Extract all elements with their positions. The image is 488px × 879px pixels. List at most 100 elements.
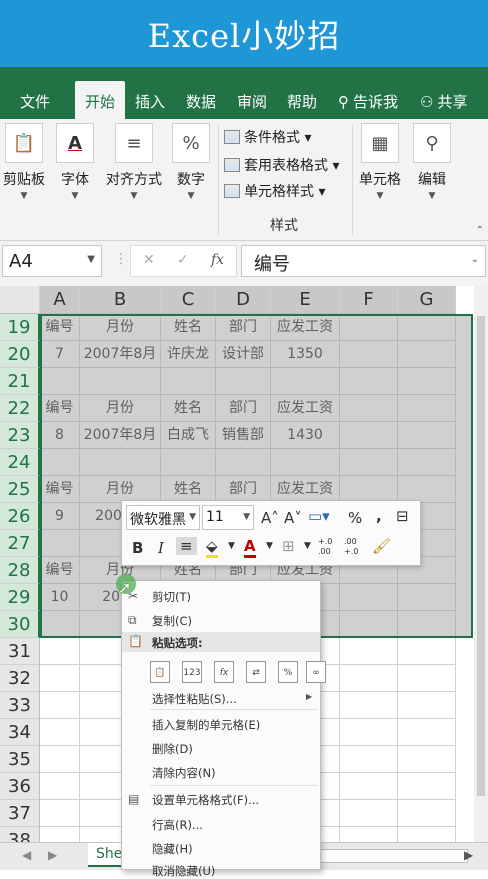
cell-A36[interactable]: [40, 773, 80, 800]
cell-A35[interactable]: [40, 746, 80, 773]
column-header-E[interactable]: E: [271, 286, 340, 314]
cell-E24[interactable]: [271, 449, 340, 476]
cell-A32[interactable]: [40, 665, 80, 692]
menu-item-insert-copied[interactable]: 插入复制的单元格(E): [152, 717, 260, 733]
font-color-button[interactable]: A: [244, 537, 256, 558]
paste-formulas-icon[interactable]: fx: [214, 661, 234, 683]
chevron-down-icon[interactable]: ▼: [228, 541, 235, 551]
cell-D25[interactable]: 部门: [216, 476, 271, 503]
column-header-G[interactable]: G: [398, 286, 456, 314]
cell-G25[interactable]: [398, 476, 456, 503]
row-header[interactable]: 23: [0, 422, 40, 449]
row-header[interactable]: 34: [0, 719, 40, 746]
tab-data[interactable]: 数据: [186, 91, 216, 112]
scroll-right-icon[interactable]: ▶: [48, 848, 57, 862]
cell-F23[interactable]: [340, 422, 398, 449]
table-format-button[interactable]: 套用表格格式 ▾: [224, 155, 339, 175]
row-header[interactable]: 38: [0, 827, 40, 842]
cell-G34[interactable]: [398, 719, 456, 746]
paste-link-icon[interactable]: ∞: [306, 661, 326, 683]
font-group[interactable]: A 字体 ▼: [52, 123, 98, 201]
row-header[interactable]: 30: [0, 611, 40, 638]
row-header[interactable]: 36: [0, 773, 40, 800]
cell-G32[interactable]: [398, 665, 456, 692]
italic-button[interactable]: I: [158, 539, 164, 557]
increase-font-button[interactable]: A˄: [261, 509, 279, 527]
cell-G24[interactable]: [398, 449, 456, 476]
column-header-F[interactable]: F: [340, 286, 398, 314]
paste-icon[interactable]: 📋: [150, 661, 170, 683]
cell-C22[interactable]: 姓名: [161, 395, 216, 422]
cell-G36[interactable]: [398, 773, 456, 800]
cell-E22[interactable]: 应发工资: [271, 395, 340, 422]
menu-item-cut[interactable]: 剪切(T): [152, 589, 191, 605]
row-header[interactable]: 19: [0, 314, 40, 341]
cell-D24[interactable]: [216, 449, 271, 476]
cell-F34[interactable]: [340, 719, 398, 746]
cell-G29[interactable]: [398, 584, 456, 611]
cell-G21[interactable]: [398, 368, 456, 395]
cell-D23[interactable]: 销售部: [216, 422, 271, 449]
cell-E21[interactable]: [271, 368, 340, 395]
cell-A38[interactable]: [40, 827, 80, 842]
cell-G22[interactable]: [398, 395, 456, 422]
increase-decimal-button[interactable]: +.0 .00: [318, 537, 340, 557]
cell-F38[interactable]: [340, 827, 398, 842]
cell-F33[interactable]: [340, 692, 398, 719]
cell-B25[interactable]: 月份: [80, 476, 161, 503]
cell-F36[interactable]: [340, 773, 398, 800]
editing-group[interactable]: ⚲ 编辑 ▼: [410, 123, 454, 201]
center-align-icon[interactable]: ≡: [176, 537, 197, 555]
conditional-format-button[interactable]: 条件格式 ▾: [224, 127, 311, 147]
vertical-scrollbar[interactable]: [474, 286, 488, 842]
paste-values-icon[interactable]: 123: [182, 661, 202, 683]
row-header[interactable]: 26: [0, 503, 40, 530]
row-header[interactable]: 28: [0, 557, 40, 584]
tell-me-button[interactable]: ⚲ 告诉我: [338, 91, 398, 112]
paste-transpose-icon[interactable]: ⇄: [246, 661, 266, 683]
tab-review[interactable]: 审阅: [237, 91, 267, 112]
enter-icon[interactable]: ✓: [177, 252, 189, 268]
cell-G20[interactable]: [398, 341, 456, 368]
cell-A31[interactable]: [40, 638, 80, 665]
paste-formatting-icon[interactable]: %: [278, 661, 298, 683]
cell-C25[interactable]: 姓名: [161, 476, 216, 503]
cell-C23[interactable]: 白成飞: [161, 422, 216, 449]
share-button[interactable]: ⚇ 共享: [420, 91, 467, 112]
alignment-group[interactable]: ≡ 对齐方式 ▼: [104, 123, 164, 201]
cell-B20[interactable]: 2007年8月: [80, 341, 161, 368]
cell-D20[interactable]: 设计部: [216, 341, 271, 368]
cell-G23[interactable]: [398, 422, 456, 449]
cell-B19[interactable]: 月份: [80, 314, 161, 341]
cell-A26[interactable]: 9: [40, 503, 80, 530]
column-header-B[interactable]: B: [80, 286, 161, 314]
cell-F35[interactable]: [340, 746, 398, 773]
borders-icon[interactable]: ⊞: [282, 537, 295, 555]
menu-item-copy[interactable]: 复制(C): [152, 613, 192, 629]
row-header[interactable]: 37: [0, 800, 40, 827]
cells-group[interactable]: ▦ 单元格 ▼: [356, 123, 404, 201]
drag-handle-icon[interactable]: ⋮: [114, 251, 128, 267]
column-header-C[interactable]: C: [161, 286, 216, 314]
row-header[interactable]: 22: [0, 395, 40, 422]
cell-F37[interactable]: [340, 800, 398, 827]
cell-F19[interactable]: [340, 314, 398, 341]
row-header[interactable]: 21: [0, 368, 40, 395]
cell-G19[interactable]: [398, 314, 456, 341]
row-header[interactable]: 33: [0, 692, 40, 719]
tab-insert[interactable]: 插入: [135, 91, 165, 112]
cell-E19[interactable]: 应发工资: [271, 314, 340, 341]
cell-A28[interactable]: 编号: [40, 557, 80, 584]
cell-G30[interactable]: [398, 611, 456, 638]
cell-E20[interactable]: 1350: [271, 341, 340, 368]
accounting-format-icon[interactable]: ▭▾: [308, 507, 330, 525]
row-header[interactable]: 35: [0, 746, 40, 773]
row-header[interactable]: 29: [0, 584, 40, 611]
insert-function-icon[interactable]: fx: [211, 252, 224, 268]
cell-D19[interactable]: 部门: [216, 314, 271, 341]
clipboard-group[interactable]: 📋 剪贴板 ▼: [0, 123, 48, 201]
menu-item-hide[interactable]: 隐藏(H): [152, 841, 193, 857]
cell-C19[interactable]: 姓名: [161, 314, 216, 341]
cell-A21[interactable]: [40, 368, 80, 395]
cell-A19[interactable]: 编号: [40, 314, 80, 341]
